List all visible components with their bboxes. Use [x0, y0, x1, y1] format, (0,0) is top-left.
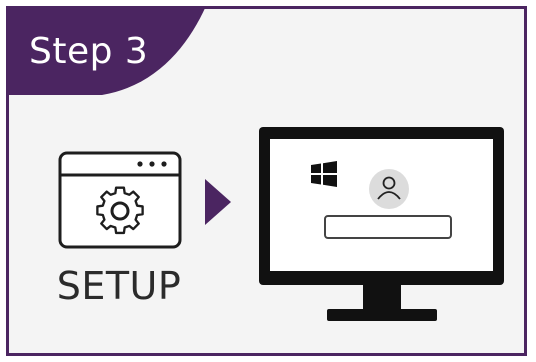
- user-avatar-icon: [369, 169, 409, 209]
- login-field: [324, 215, 452, 239]
- setup-window-icon: [58, 151, 182, 249]
- monitor-neck: [363, 285, 401, 311]
- monitor-base: [327, 309, 437, 321]
- setup-label: SETUP: [56, 264, 182, 308]
- step-card: Step 3 SETUP: [6, 6, 527, 356]
- step-label: Step 3: [29, 31, 149, 72]
- arrow-right-icon: [205, 179, 231, 225]
- monitor-icon: [259, 127, 504, 321]
